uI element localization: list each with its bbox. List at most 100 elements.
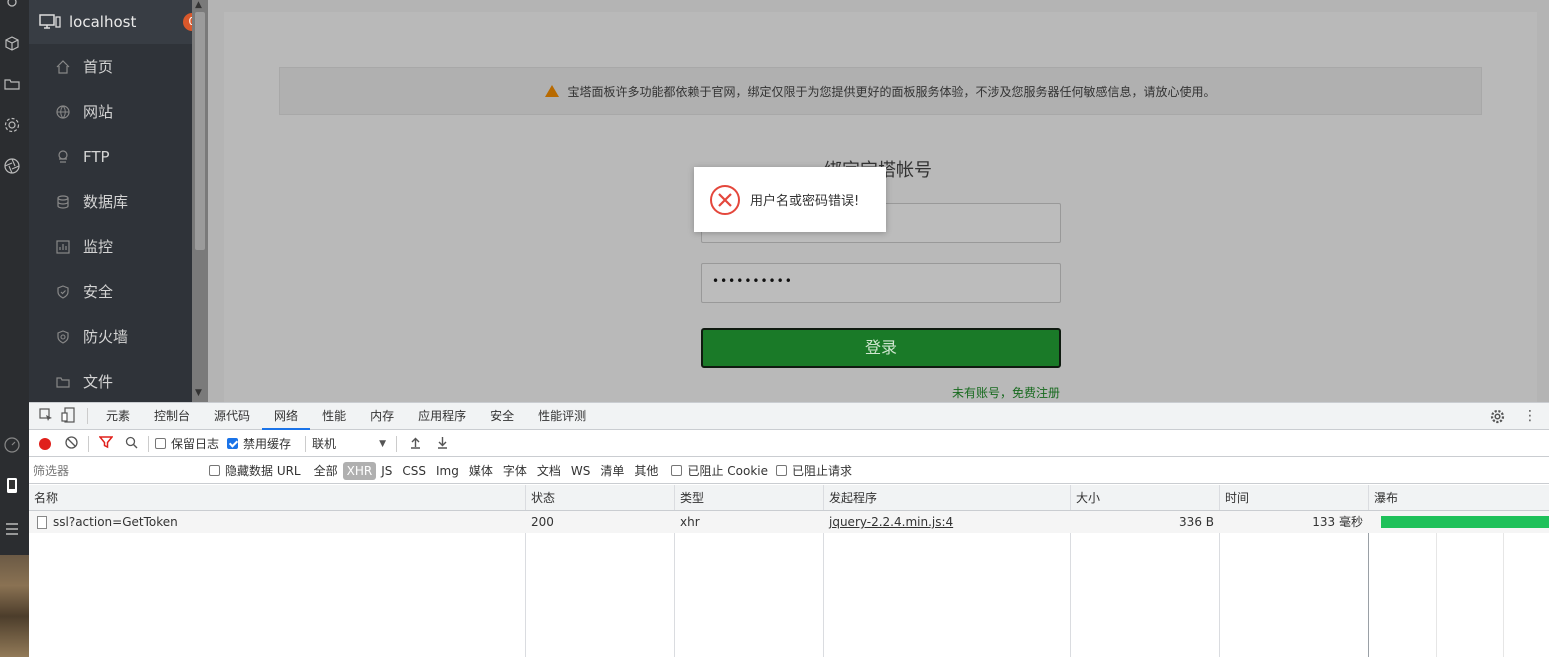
filter-type-xhr[interactable]: XHR bbox=[342, 461, 377, 480]
blocked-cookies-label: 已阻止 Cookie bbox=[687, 464, 768, 478]
settings-icon[interactable] bbox=[3, 116, 21, 134]
column-header-initiator[interactable]: 发起程序 bbox=[824, 485, 1071, 510]
sidebar-item-label: 首页 bbox=[83, 58, 114, 76]
shield-icon bbox=[57, 284, 69, 299]
tab-security[interactable]: 安全 bbox=[478, 403, 526, 430]
column-header-time[interactable]: 时间 bbox=[1220, 485, 1369, 510]
tab-network[interactable]: 网络 bbox=[262, 403, 311, 430]
sidebar-item-ftp[interactable]: FTP bbox=[29, 134, 192, 179]
hide-data-url-checkbox[interactable]: 隐藏数据 URL bbox=[209, 462, 301, 479]
sidebar-item-label: 监控 bbox=[83, 238, 114, 256]
host-header[interactable]: localhost bbox=[29, 0, 192, 44]
tab-elements[interactable]: 元素 bbox=[94, 403, 142, 430]
speedometer-icon[interactable] bbox=[3, 436, 21, 454]
tab-application[interactable]: 应用程序 bbox=[406, 403, 478, 430]
initiator-link[interactable]: jquery-2.2.4.min.js:4 bbox=[824, 511, 953, 533]
firewall-icon bbox=[57, 329, 69, 344]
column-header-waterfall[interactable]: 瀑布 bbox=[1369, 485, 1549, 510]
notice-text: 宝塔面板许多功能都依赖于官网，绑定仅限于为您提供更好的面板服务体验，不涉及您服务… bbox=[567, 84, 1216, 99]
aperture-icon[interactable] bbox=[3, 157, 21, 175]
waterfall-bar bbox=[1381, 516, 1549, 528]
filter-input[interactable] bbox=[33, 461, 197, 480]
sidebar-item-label: 防火墙 bbox=[83, 328, 129, 346]
cube-icon[interactable] bbox=[3, 35, 21, 53]
size-cell: 336 B bbox=[1179, 515, 1214, 529]
device-toggle-icon[interactable] bbox=[61, 406, 75, 426]
tab-sources[interactable]: 源代码 bbox=[202, 403, 262, 430]
sidebar-item-home[interactable]: 首页 bbox=[29, 44, 192, 89]
filter-type-img[interactable]: Img bbox=[431, 464, 464, 478]
scroll-down-arrow-icon[interactable]: ▼ bbox=[195, 388, 202, 398]
column-header-size[interactable]: 大小 bbox=[1071, 485, 1220, 510]
password-mask: •••••••••• bbox=[712, 274, 793, 288]
column-header-status[interactable]: 状态 bbox=[526, 485, 675, 510]
devtools-tabbar: 元素 控制台 源代码 网络 性能 内存 应用程序 安全 性能评测 ⋮ bbox=[29, 403, 1549, 430]
sidebar-scrollbar[interactable]: ▲ ▼ bbox=[192, 0, 208, 402]
search-icon[interactable] bbox=[125, 436, 138, 452]
sidebar-item-firewall[interactable]: 防火墙 bbox=[29, 314, 192, 359]
sidebar-item-website[interactable]: 网站 bbox=[29, 89, 192, 134]
tab-memory[interactable]: 内存 bbox=[358, 403, 406, 430]
password-field[interactable]: •••••••••• bbox=[701, 263, 1061, 303]
disable-cache-checkbox[interactable]: 禁用缓存 bbox=[227, 435, 291, 452]
filter-type-js[interactable]: JS bbox=[376, 464, 397, 478]
filter-type-all[interactable]: 全部 bbox=[309, 462, 343, 479]
network-grid-header: 名称 状态 类型 发起程序 大小 时间 瀑布 bbox=[29, 485, 1549, 511]
blocked-requests-checkbox[interactable]: 已阻止请求 bbox=[775, 462, 852, 479]
folder-icon bbox=[56, 376, 70, 388]
database-icon bbox=[57, 194, 69, 209]
os-left-rail bbox=[0, 0, 29, 657]
filter-type-font[interactable]: 字体 bbox=[498, 462, 532, 479]
ftp-icon bbox=[58, 149, 68, 163]
tab-performance[interactable]: 性能 bbox=[310, 403, 358, 430]
home-icon bbox=[56, 59, 70, 74]
filter-type-other[interactable]: 其他 bbox=[629, 462, 663, 479]
more-options-icon[interactable]: ⋮ bbox=[1523, 408, 1537, 424]
panel-sidebar: localhost 0 首页 网站 FTP 数据库 监控 安全 防火墙 文件 bbox=[29, 0, 192, 402]
preserve-log-checkbox[interactable]: 保留日志 bbox=[155, 435, 219, 452]
tab-lighthouse[interactable]: 性能评测 bbox=[526, 403, 598, 430]
folder-icon[interactable] bbox=[3, 75, 21, 93]
column-header-name[interactable]: 名称 bbox=[29, 485, 526, 510]
filter-type-css[interactable]: CSS bbox=[397, 464, 431, 478]
record-icon[interactable] bbox=[39, 437, 51, 450]
filter-type-doc[interactable]: 文档 bbox=[532, 462, 566, 479]
clear-icon[interactable] bbox=[65, 435, 78, 452]
sidebar-item-security[interactable]: 安全 bbox=[29, 269, 192, 314]
filter-type-ws[interactable]: WS bbox=[566, 464, 595, 478]
sidebar-item-database[interactable]: 数据库 bbox=[29, 179, 192, 224]
register-link[interactable]: 未有账号，免费注册 bbox=[952, 384, 1060, 401]
tab-console[interactable]: 控制台 bbox=[142, 403, 202, 430]
error-toast: 用户名或密码错误! bbox=[694, 167, 886, 232]
host-name: localhost bbox=[69, 13, 137, 31]
filter-type-manifest[interactable]: 清单 bbox=[595, 462, 629, 479]
gear-icon[interactable] bbox=[1490, 409, 1505, 427]
sidebar-item-label: 文件 bbox=[83, 373, 114, 391]
sidebar-item-monitor[interactable]: 监控 bbox=[29, 224, 192, 269]
import-har-icon[interactable] bbox=[409, 436, 422, 452]
inspect-element-icon[interactable] bbox=[39, 407, 53, 425]
status-cell: 200 bbox=[531, 515, 554, 529]
toast-message: 用户名或密码错误! bbox=[750, 194, 860, 209]
sidebar-item-files[interactable]: 文件 bbox=[29, 359, 192, 402]
monitor-chart-icon bbox=[56, 239, 70, 254]
blocked-cookies-checkbox[interactable]: 已阻止 Cookie bbox=[671, 462, 768, 479]
menu-icon[interactable] bbox=[3, 520, 21, 538]
scroll-up-arrow-icon[interactable]: ▲ bbox=[195, 0, 202, 10]
filter-icon[interactable] bbox=[98, 435, 114, 452]
column-header-type[interactable]: 类型 bbox=[675, 485, 824, 510]
person-icon[interactable] bbox=[3, 0, 21, 18]
throttle-select[interactable]: 联机 ▼ bbox=[312, 435, 386, 452]
filter-type-media[interactable]: 媒体 bbox=[464, 462, 498, 479]
phone-icon[interactable] bbox=[3, 476, 21, 494]
request-name-cell[interactable]: ssl?action=GetToken bbox=[32, 511, 178, 533]
login-button[interactable]: 登录 bbox=[701, 328, 1061, 368]
scrollbar-thumb[interactable] bbox=[195, 12, 205, 250]
table-row[interactable]: ssl?action=GetToken 200 xhr jquery-2.2.4… bbox=[29, 511, 1549, 533]
warning-icon bbox=[545, 85, 560, 97]
export-har-icon[interactable] bbox=[436, 436, 449, 452]
network-filter-bar: 隐藏数据 URL 全部 XHR JS CSS Img 媒体 字体 文档 WS 清… bbox=[29, 458, 1549, 484]
error-circle-icon bbox=[710, 184, 740, 215]
blocked-requests-label: 已阻止请求 bbox=[791, 464, 852, 478]
sidebar-item-label: 网站 bbox=[83, 103, 114, 121]
